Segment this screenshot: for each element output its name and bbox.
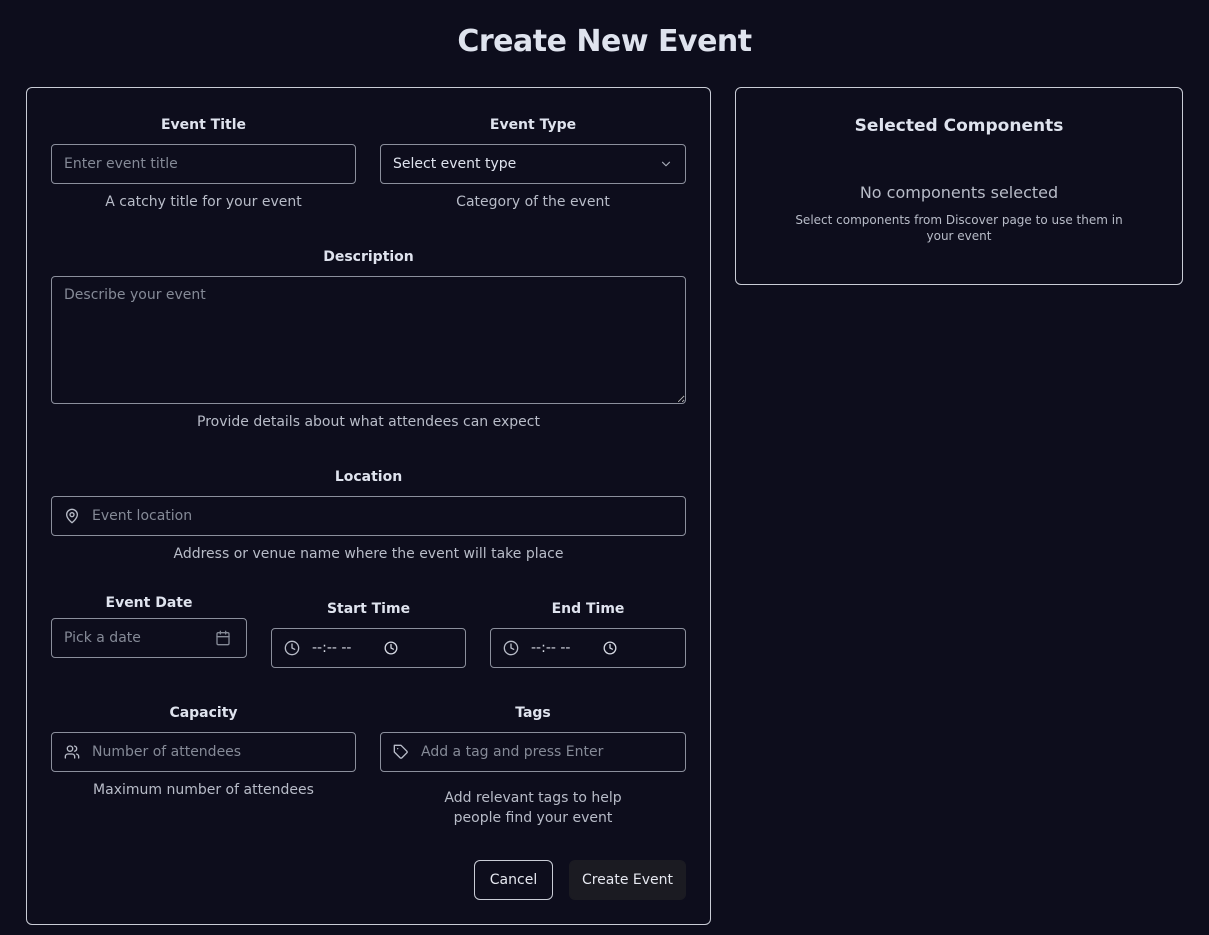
start-time-value: --:-- -- — [312, 640, 352, 656]
start-time-label: Start Time — [326, 601, 411, 617]
start-time-input[interactable]: --:-- -- — [271, 628, 466, 668]
empty-state-title: No components selected — [859, 183, 1059, 202]
event-date-label: Event Date — [105, 595, 193, 611]
empty-state-text: Select components from Discover page to … — [795, 213, 1123, 243]
description-hint: Provide details about what attendees can… — [197, 414, 540, 430]
capacity-input[interactable] — [51, 732, 356, 772]
cancel-button[interactable]: Cancel — [474, 860, 553, 900]
event-title-input[interactable] — [51, 144, 356, 184]
tags-hint: Add relevant tags to help people find yo… — [444, 790, 622, 826]
clock-icon — [284, 640, 300, 656]
end-time-value: --:-- -- — [531, 640, 571, 656]
description-textarea[interactable] — [51, 276, 686, 404]
location-input[interactable] — [51, 496, 686, 536]
calendar-icon — [215, 630, 231, 646]
tags-input[interactable] — [380, 732, 686, 772]
capacity-label: Capacity — [169, 705, 238, 721]
selected-components-panel: Selected Components No components select… — [735, 87, 1183, 285]
users-icon — [64, 744, 80, 760]
event-title-hint: A catchy title for your event — [105, 194, 302, 210]
tags-label: Tags — [515, 705, 551, 721]
tag-icon — [393, 744, 409, 760]
event-type-hint: Category of the event — [456, 194, 610, 210]
selected-components-title: Selected Components — [854, 116, 1064, 136]
event-type-select[interactable]: Select event type — [380, 144, 686, 184]
capacity-hint: Maximum number of attendees — [93, 782, 314, 798]
location-label: Location — [334, 469, 403, 485]
event-type-label: Event Type — [489, 117, 577, 133]
chevron-down-icon — [659, 157, 673, 171]
event-title-label: Event Title — [160, 117, 247, 133]
end-time-label: End Time — [551, 601, 625, 617]
event-type-selected: Select event type — [393, 156, 517, 172]
map-pin-icon — [64, 508, 80, 524]
clock-picker-icon[interactable] — [384, 641, 398, 655]
clock-picker-icon[interactable] — [603, 641, 617, 655]
event-form: Event Title A catchy title for your even… — [26, 87, 711, 925]
location-hint: Address or venue name where the event wi… — [173, 546, 564, 562]
end-time-input[interactable]: --:-- -- — [490, 628, 686, 668]
page-title: Create New Event — [457, 24, 752, 59]
create-event-button[interactable]: Create Event — [569, 860, 686, 900]
clock-icon — [503, 640, 519, 656]
description-label: Description — [323, 249, 414, 265]
